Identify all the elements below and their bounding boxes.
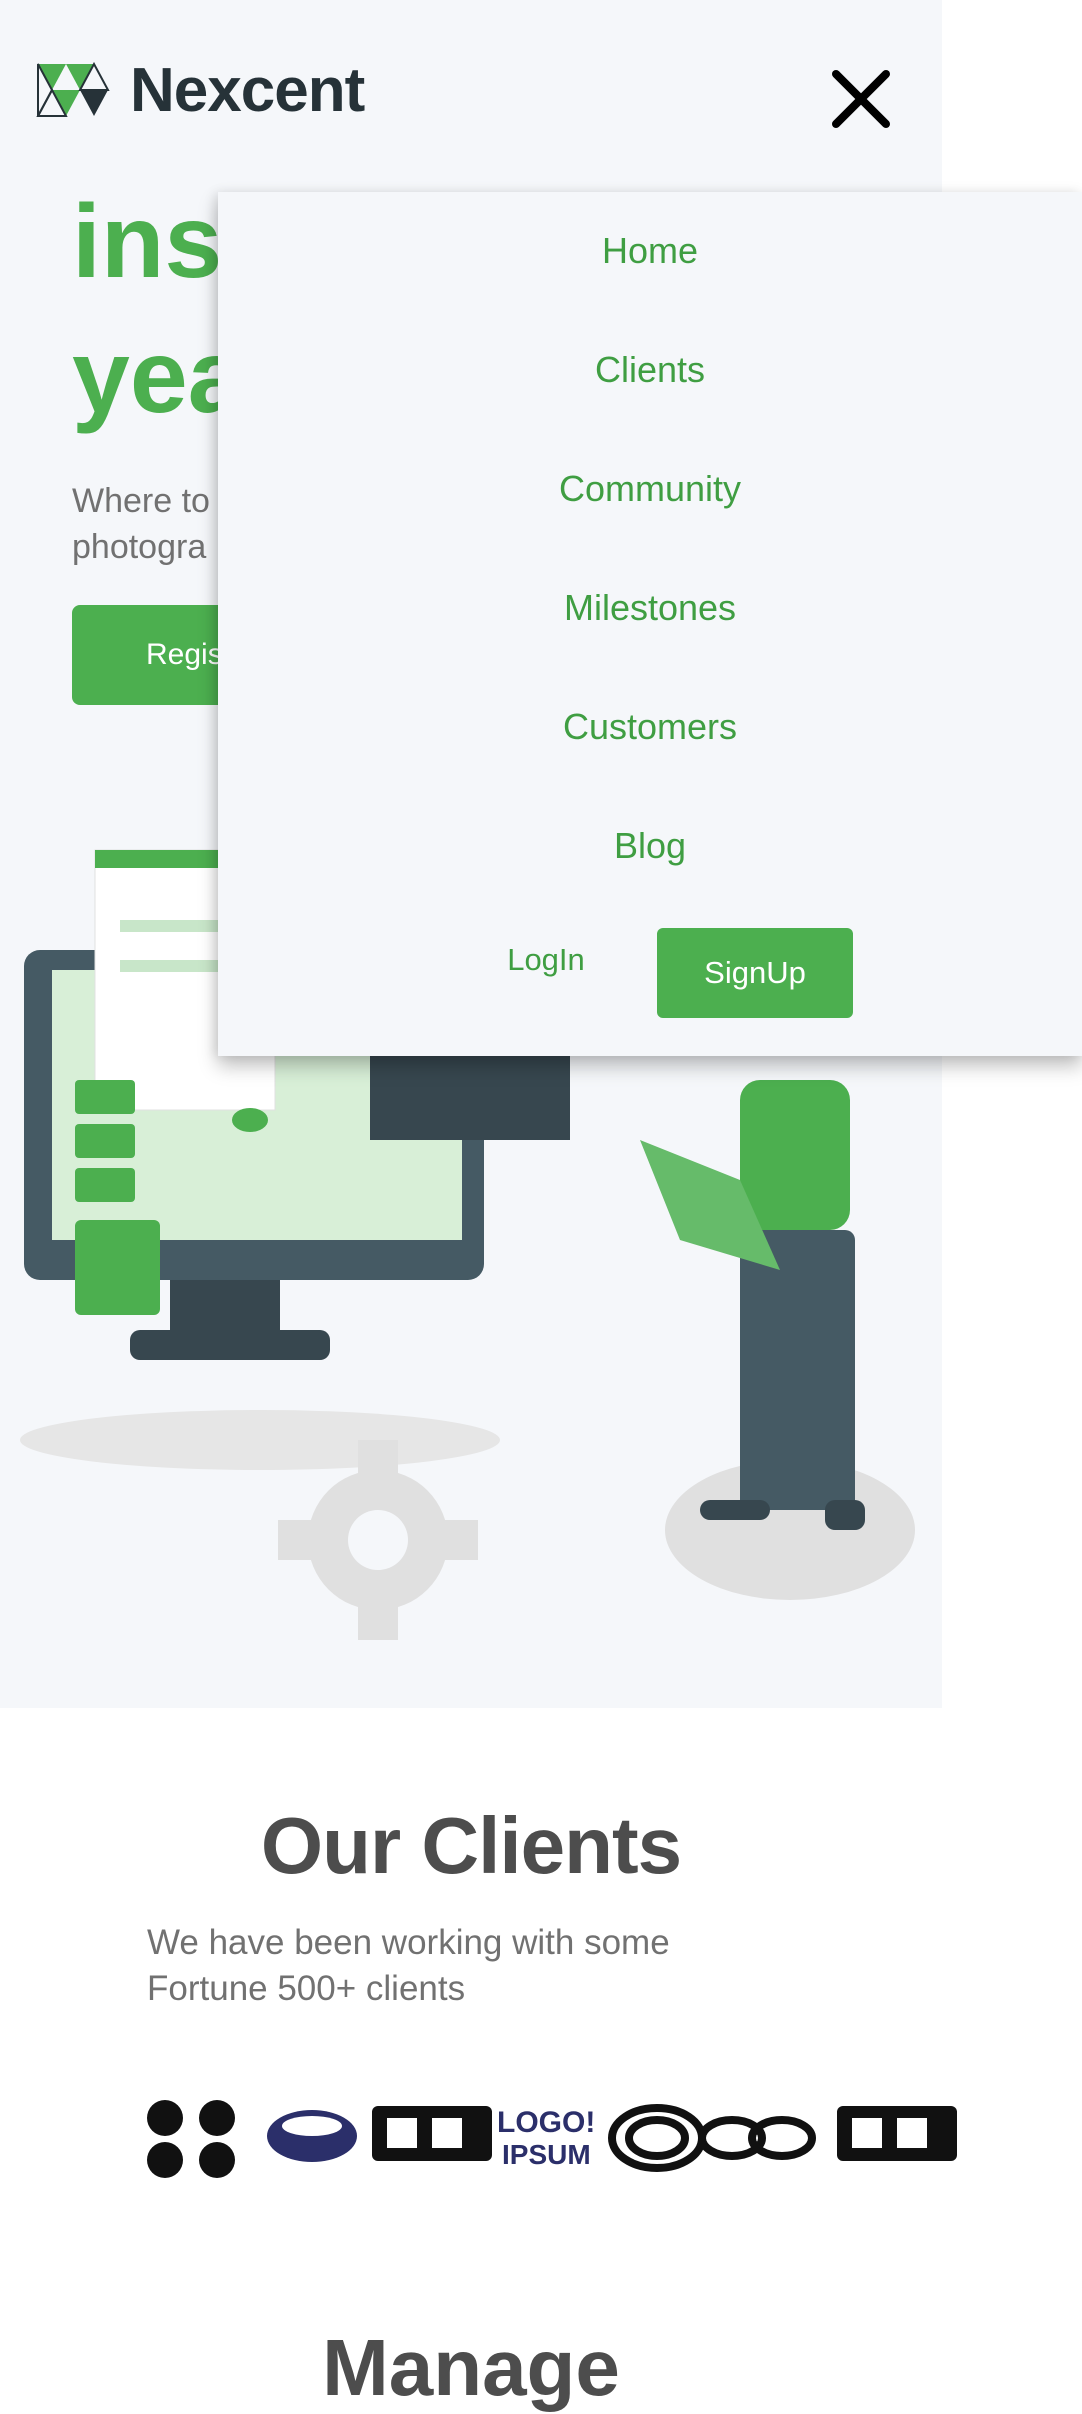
rings-logo-icon xyxy=(608,2104,706,2172)
bold-text-logo-icon xyxy=(372,2106,492,2161)
nav-item-blog[interactable]: Blog xyxy=(218,825,1082,867)
infinity-logo-icon xyxy=(698,2116,816,2160)
nav-item-customers[interactable]: Customers xyxy=(218,706,1082,748)
eye-logo-icon xyxy=(267,2110,357,2162)
client-logos: LOGO! IPSUM xyxy=(147,2100,957,2178)
nav-item-clients[interactable]: Clients xyxy=(218,349,1082,391)
close-icon[interactable] xyxy=(826,64,896,134)
hero-title-line1: ins xyxy=(72,184,223,300)
login-link[interactable]: LogIn xyxy=(486,942,606,978)
nav-item-home[interactable]: Home xyxy=(218,230,1082,272)
circle-logo-icon xyxy=(147,2100,235,2178)
brand-logo[interactable]: Nexcent xyxy=(36,56,365,125)
brand-name: Nexcent xyxy=(130,55,365,125)
signup-button[interactable]: SignUp xyxy=(657,928,853,1018)
nav-item-community[interactable]: Community xyxy=(218,468,1082,510)
nexcent-logo-icon xyxy=(36,62,110,117)
manage-section-title: Manage xyxy=(322,2323,620,2412)
clients-title: Our Clients xyxy=(260,1801,682,1890)
mobile-nav-menu: Home Clients Community Milestones Custom… xyxy=(218,192,1082,1056)
clients-subtitle: We have been working with some Fortune 5… xyxy=(147,1923,670,2008)
bold-text-logo-icon xyxy=(837,2106,957,2161)
svg-text:IPSUM: IPSUM xyxy=(502,2139,591,2170)
nav-item-milestones[interactable]: Milestones xyxy=(218,587,1082,629)
logo-ipsum-icon: LOGO! IPSUM xyxy=(497,2106,595,2170)
svg-text:LOGO!: LOGO! xyxy=(497,2106,595,2139)
